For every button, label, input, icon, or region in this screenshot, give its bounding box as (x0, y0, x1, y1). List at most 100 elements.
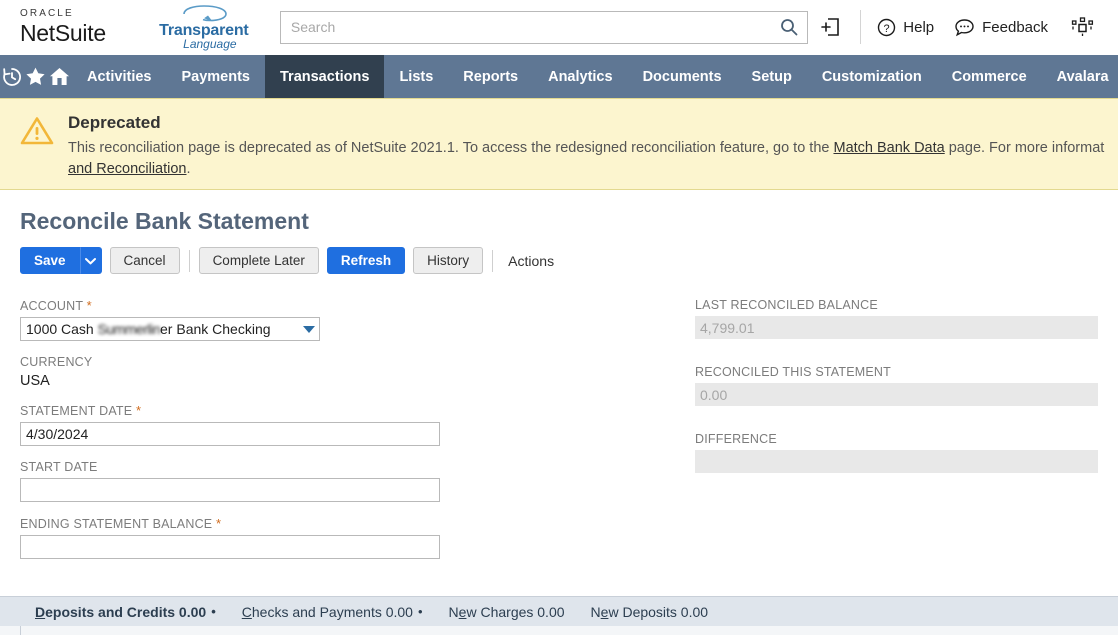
nav-item-lists[interactable]: Lists (384, 55, 448, 98)
field-reconciled-this-statement: RECONCILED THIS STATEMENT 0.00 (695, 365, 1098, 406)
reconciled-this-statement-label: RECONCILED THIS STATEMENT (695, 365, 891, 379)
banner-body: Deprecated This reconciliation page is d… (68, 113, 1104, 177)
org-chart-button[interactable] (1058, 10, 1106, 44)
nav-item-transactions[interactable]: Transactions (265, 55, 385, 98)
feedback-button[interactable]: Feedback (944, 18, 1058, 37)
tab-dot-indicator: • (211, 604, 216, 619)
statement-date-label-text: STATEMENT DATE (20, 404, 133, 418)
tab-accesskey: C (241, 603, 252, 620)
currency-value: USA (20, 373, 50, 389)
form-grid: ACCOUNT * 1000 Cash Summerliner Bank Che… (20, 298, 1098, 573)
reconciled-this-statement-value: 0.00 (695, 383, 1098, 406)
nav-item-avalara[interactable]: Avalara (1042, 55, 1118, 98)
save-dropdown-button[interactable] (79, 247, 102, 274)
nav-item-payments[interactable]: Payments (166, 55, 265, 98)
actions-menu[interactable]: Actions (502, 253, 560, 269)
field-statement-date: STATEMENT DATE * (20, 403, 695, 446)
svg-text:?: ? (884, 23, 890, 35)
save-button[interactable]: Save (20, 247, 80, 274)
record-toolbar: Save Cancel Complete Later Refresh Histo… (20, 247, 1098, 274)
tab-checks-and-payments[interactable]: Checks and Payments 0.00 • (229, 597, 436, 626)
tab-new-deposits[interactable]: New Deposits 0.00 (578, 597, 722, 626)
warning-triangle-icon (20, 117, 54, 145)
and-reconciliation-link[interactable]: and Reconciliation (68, 161, 187, 177)
field-start-date: START DATE (20, 460, 695, 502)
favorites-star-icon (26, 67, 45, 85)
main-navigation-bar: Activities Payments Transactions Lists R… (0, 55, 1118, 98)
nav-item-customization[interactable]: Customization (807, 55, 937, 98)
help-button[interactable]: ? Help (867, 18, 944, 37)
account-value-suffix: er Bank Checking (160, 321, 271, 337)
swoosh-icon (183, 4, 227, 21)
complete-later-button[interactable]: Complete Later (198, 247, 319, 274)
difference-label: DIFFERENCE (695, 432, 777, 446)
tab-dot-indicator: • (417, 604, 423, 619)
nav-item-setup[interactable]: Setup (737, 55, 807, 98)
account-select[interactable]: 1000 Cash Summerliner Bank Checking (20, 317, 320, 341)
nav-item-commerce[interactable]: Commerce (937, 55, 1042, 98)
statement-date-input[interactable] (20, 422, 440, 446)
nav-item-reports[interactable]: Reports (448, 55, 533, 98)
field-last-reconciled-balance: LAST RECONCILED BALANCE 4,799.01 (695, 298, 1098, 339)
banner-text-a: This reconciliation page is deprecated a… (68, 140, 834, 156)
statement-date-label: STATEMENT DATE * (20, 403, 695, 418)
header-actions: ? Help Feedback (808, 0, 1118, 54)
field-difference: DIFFERENCE (695, 432, 1098, 473)
feedback-label: Feedback (982, 18, 1048, 36)
banner-text-b: page. For more informat (944, 140, 1105, 156)
favorites-button[interactable] (24, 55, 47, 98)
form-right-column: LAST RECONCILED BALANCE 4,799.01 RECONCI… (695, 298, 1098, 573)
banner-title: Deprecated (68, 113, 161, 132)
field-currency: CURRENCY USA (20, 355, 695, 389)
ending-balance-label-text: ENDING STATEMENT BALANCE (20, 517, 213, 531)
chat-bubble-icon (955, 18, 974, 36)
cancel-button[interactable]: Cancel (109, 247, 180, 274)
match-bank-data-link[interactable]: Match Bank Data (833, 140, 944, 156)
nav-item-documents[interactable]: Documents (628, 55, 737, 98)
tab-accesskey: D (35, 603, 46, 620)
account-company-logo: Transparent Language (150, 4, 258, 51)
toolbar-divider-2 (492, 249, 494, 272)
refresh-button[interactable]: Refresh (326, 247, 406, 274)
recent-records-icon (3, 67, 21, 86)
search-input[interactable] (280, 11, 772, 43)
oracle-wordmark: ORACLE (20, 8, 74, 19)
start-date-input[interactable] (20, 478, 440, 502)
nav-item-activities[interactable]: Activities (72, 55, 166, 98)
tab-label: w Charges 0.00 (466, 603, 565, 620)
last-reconciled-balance-label: LAST RECONCILED BALANCE (695, 298, 878, 312)
tab-label: w Deposits 0.00 (608, 603, 709, 620)
required-marker: * (136, 403, 142, 418)
tab-new-charges[interactable]: New Charges 0.00 (436, 597, 578, 626)
tab-deposits-and-credits[interactable]: Deposits and Credits 0.00 • (22, 597, 229, 635)
required-marker: * (86, 298, 92, 313)
subtab-panel: Mark All Unmark All Mark All Cleared to … (0, 626, 1118, 635)
oracle-netsuite-logo[interactable]: ORACLE NetSuite (0, 9, 138, 45)
banner-icon-wrap (20, 113, 54, 175)
question-circle-icon: ? (878, 18, 896, 36)
home-button[interactable] (47, 55, 72, 98)
banner-text-c: . (186, 161, 191, 177)
chevron-down-icon (303, 325, 315, 333)
history-button[interactable]: History (413, 247, 484, 274)
nav-item-analytics[interactable]: Analytics (533, 55, 627, 98)
ending-statement-balance-label: ENDING STATEMENT BALANCE * (20, 516, 695, 531)
help-label: Help (903, 18, 935, 36)
global-search[interactable] (279, 10, 809, 44)
account-subtitle: Language (183, 36, 237, 51)
banner-message-line2: and Reconciliation. (68, 159, 1098, 180)
account-label: ACCOUNT * (20, 298, 695, 313)
add-to-shortcuts-button[interactable] (808, 10, 854, 44)
search-submit-button[interactable] (771, 12, 807, 43)
top-header: ORACLE NetSuite Transparent Language Sea… (0, 0, 1118, 55)
panel-left-rail (20, 626, 21, 635)
add-to-shortcuts-icon (821, 18, 840, 36)
currency-label: CURRENCY (20, 355, 93, 369)
netsuite-wordmark: NetSuite (20, 20, 106, 46)
tab-label-prefix: N (448, 603, 459, 620)
subtab-zone: Deposits and Credits 0.00 • Checks and Pa… (0, 596, 1118, 635)
account-label-text: ACCOUNT (20, 299, 83, 313)
ending-statement-balance-input[interactable] (20, 535, 440, 559)
recent-records-button[interactable] (0, 55, 24, 98)
start-date-label: START DATE (20, 460, 98, 474)
